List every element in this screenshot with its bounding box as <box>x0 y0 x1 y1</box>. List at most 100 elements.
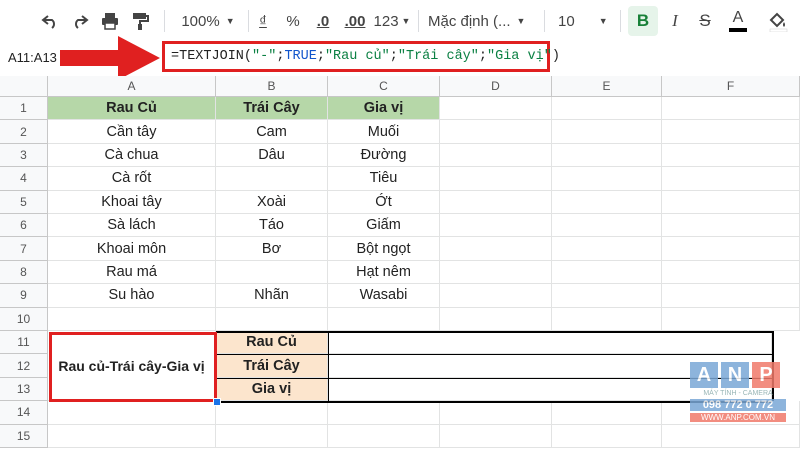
result-label-cell[interactable]: Rau Củ <box>216 331 328 355</box>
cell[interactable] <box>552 190 662 214</box>
text-color-button[interactable]: A <box>724 6 752 36</box>
table-cell[interactable]: Táo <box>216 214 328 238</box>
table-cell[interactable]: Nhãn <box>216 284 328 308</box>
table-header-cell[interactable]: Rau Củ <box>48 97 216 121</box>
column-header[interactable]: E <box>552 76 662 97</box>
cell[interactable] <box>552 307 662 331</box>
cell[interactable] <box>552 214 662 238</box>
table-cell[interactable]: Dâu <box>216 143 328 168</box>
cell[interactable] <box>440 97 552 121</box>
cell[interactable] <box>552 167 662 191</box>
cell[interactable] <box>440 167 552 191</box>
row-header[interactable]: 14 <box>0 401 48 425</box>
italic-button[interactable]: I <box>662 6 688 36</box>
formula-input[interactable]: =TEXTJOIN("-";TRUE;"Rau củ";"Trái cây";"… <box>162 41 560 72</box>
table-cell[interactable] <box>216 260 328 285</box>
cell[interactable] <box>440 120 552 144</box>
cell[interactable] <box>552 284 662 308</box>
result-label-cell[interactable]: Trái Cây <box>216 354 328 378</box>
table-cell[interactable]: Rau má <box>48 260 216 285</box>
undo-icon[interactable] <box>36 6 64 36</box>
cell[interactable] <box>328 401 440 425</box>
table-cell[interactable]: Tiêu <box>328 167 440 191</box>
column-header[interactable]: F <box>662 76 800 97</box>
row-header[interactable]: 12 <box>0 354 48 378</box>
redo-icon[interactable] <box>66 6 94 36</box>
table-cell[interactable] <box>216 167 328 191</box>
font-family-select[interactable]: Mặc định (... ▼ <box>428 6 538 36</box>
row-header[interactable]: 15 <box>0 424 48 448</box>
cell[interactable] <box>48 424 216 448</box>
cell[interactable] <box>552 97 662 121</box>
cell[interactable] <box>662 284 800 308</box>
cell[interactable] <box>662 260 800 285</box>
cell[interactable] <box>662 214 800 238</box>
cell[interactable] <box>48 307 216 331</box>
row-header[interactable]: 1 <box>0 97 48 121</box>
table-cell[interactable]: Bơ <box>216 237 328 261</box>
cell[interactable] <box>440 190 552 214</box>
row-header[interactable]: 3 <box>0 143 48 168</box>
currency-button[interactable]: ₫ <box>252 6 274 36</box>
cell[interactable] <box>328 424 440 448</box>
cell[interactable] <box>662 307 800 331</box>
table-cell[interactable]: Muối <box>328 120 440 144</box>
cell[interactable] <box>662 97 800 121</box>
cell[interactable] <box>440 307 552 331</box>
table-cell[interactable]: Giấm <box>328 214 440 238</box>
fill-handle[interactable] <box>213 398 221 407</box>
table-cell[interactable]: Đường <box>328 143 440 168</box>
cell[interactable] <box>440 401 552 425</box>
row-header[interactable]: 4 <box>0 167 48 191</box>
column-header[interactable]: B <box>216 76 328 97</box>
table-cell[interactable]: Sà lách <box>48 214 216 238</box>
cell[interactable] <box>552 401 662 425</box>
row-header[interactable]: 10 <box>0 307 48 331</box>
select-all-corner[interactable] <box>0 76 48 97</box>
cell[interactable] <box>216 424 328 448</box>
name-box[interactable]: A11:A13 <box>8 50 57 65</box>
decrease-decimal-button[interactable]: .0 <box>310 6 336 36</box>
column-header[interactable]: A <box>48 76 216 97</box>
row-header[interactable]: 9 <box>0 284 48 308</box>
cell[interactable] <box>662 190 800 214</box>
table-cell[interactable]: Khoai môn <box>48 237 216 261</box>
table-cell[interactable]: Xoài <box>216 190 328 214</box>
cell[interactable] <box>328 307 440 331</box>
cell[interactable] <box>662 237 800 261</box>
cell[interactable] <box>440 237 552 261</box>
cell[interactable] <box>552 260 662 285</box>
cell[interactable] <box>552 424 662 448</box>
increase-decimal-button[interactable]: .00 <box>340 6 370 36</box>
row-header[interactable]: 8 <box>0 260 48 285</box>
cell[interactable] <box>552 120 662 144</box>
cell[interactable] <box>440 260 552 285</box>
table-cell[interactable]: Bột ngọt <box>328 237 440 261</box>
table-header-cell[interactable]: Trái Cây <box>216 97 328 121</box>
fill-color-icon[interactable] <box>764 6 792 36</box>
table-cell[interactable]: Su hào <box>48 284 216 308</box>
table-cell[interactable]: Khoai tây <box>48 190 216 214</box>
zoom-select[interactable]: 100% ▼ <box>172 6 244 36</box>
number-format-select[interactable]: 123 ▼ <box>372 6 412 36</box>
column-header[interactable]: C <box>328 76 440 97</box>
column-header[interactable]: D <box>440 76 552 97</box>
result-label-cell[interactable]: Gia vị <box>216 377 328 402</box>
strikethrough-button[interactable]: S <box>692 6 718 36</box>
table-cell[interactable]: Cam <box>216 120 328 144</box>
cell[interactable] <box>552 143 662 168</box>
cell[interactable] <box>552 237 662 261</box>
cell[interactable] <box>216 307 328 331</box>
table-cell[interactable]: Ớt <box>328 190 440 214</box>
cell[interactable] <box>440 214 552 238</box>
row-header[interactable]: 5 <box>0 190 48 214</box>
cell[interactable] <box>216 401 328 425</box>
row-header[interactable]: 11 <box>0 331 48 355</box>
cell[interactable] <box>440 424 552 448</box>
bold-button[interactable]: B <box>628 6 658 36</box>
row-header[interactable]: 7 <box>0 237 48 261</box>
table-cell[interactable]: Cần tây <box>48 120 216 144</box>
row-header[interactable]: 6 <box>0 214 48 238</box>
cell[interactable] <box>662 143 800 168</box>
table-cell[interactable]: Wasabi <box>328 284 440 308</box>
